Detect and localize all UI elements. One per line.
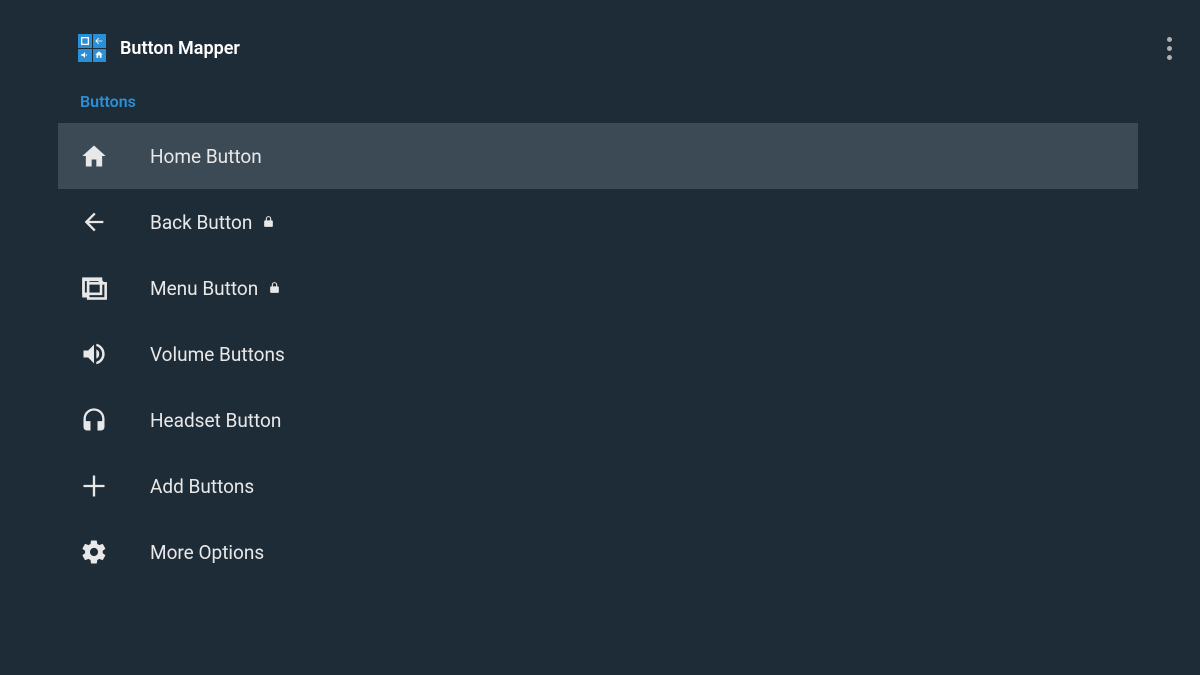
list-item-label: More Options <box>150 541 264 564</box>
header-left: Button Mapper <box>78 34 240 62</box>
list-item-label: Menu Button <box>150 277 281 300</box>
list-item-label: Home Button <box>150 145 262 168</box>
gear-icon <box>78 536 110 568</box>
back-arrow-icon <box>78 206 110 238</box>
menu-icon <box>78 272 110 304</box>
overflow-menu-button[interactable] <box>1159 29 1180 68</box>
volume-icon <box>78 338 110 370</box>
list-item-label: Back Button <box>150 211 275 234</box>
app-header: Button Mapper <box>0 0 1200 92</box>
section-header-buttons: Buttons <box>0 92 1200 123</box>
list-item-label: Headset Button <box>150 409 281 432</box>
list-item-menu-button[interactable]: Menu Button <box>58 255 1138 321</box>
list-item-back-button[interactable]: Back Button <box>58 189 1138 255</box>
lock-icon <box>262 211 275 234</box>
headset-icon <box>78 404 110 436</box>
app-title: Button Mapper <box>120 38 240 59</box>
app-logo-icon <box>78 34 106 62</box>
list-item-more-options[interactable]: More Options <box>58 519 1138 585</box>
main-content: Buttons Home Button Back Button Menu But… <box>0 92 1200 585</box>
plus-icon <box>78 470 110 502</box>
list-item-label: Volume Buttons <box>150 343 285 366</box>
list-item-volume-buttons[interactable]: Volume Buttons <box>58 321 1138 387</box>
list-item-headset-button[interactable]: Headset Button <box>58 387 1138 453</box>
lock-icon <box>268 277 281 300</box>
list-item-home-button[interactable]: Home Button <box>58 123 1138 189</box>
list-item-label: Add Buttons <box>150 475 254 498</box>
list-item-add-buttons[interactable]: Add Buttons <box>58 453 1138 519</box>
home-icon <box>78 140 110 172</box>
